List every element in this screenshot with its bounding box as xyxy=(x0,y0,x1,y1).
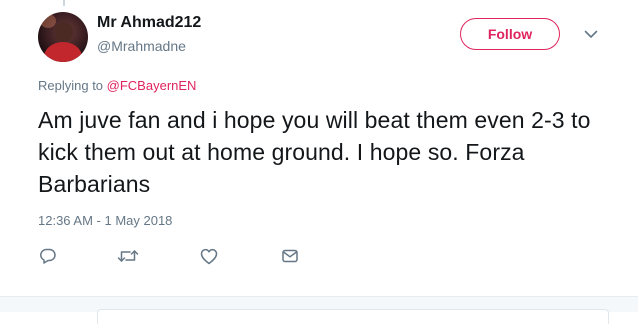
avatar-face xyxy=(55,22,73,42)
direct-message-button[interactable] xyxy=(277,243,303,269)
replying-to-link[interactable]: @FCBayernEN xyxy=(107,78,197,93)
replying-to-line: Replying to @FCBayernEN xyxy=(38,78,196,93)
tweet-text: Am juve fan and i hope you will beat the… xyxy=(38,107,591,197)
tweet-card: Mr Ahmad212 @Mrahmadne Follow Replying t… xyxy=(0,0,638,296)
reply-area xyxy=(0,297,638,324)
thread-connector-line xyxy=(63,0,65,6)
like-button[interactable] xyxy=(196,243,222,269)
follow-button[interactable]: Follow xyxy=(460,18,560,50)
reply-composer[interactable] xyxy=(97,309,609,324)
chevron-down-icon[interactable] xyxy=(583,26,599,42)
reply-icon xyxy=(39,247,57,265)
tweet-timestamp[interactable]: 12:36 AM - 1 May 2018 xyxy=(38,213,172,228)
retweet-button[interactable] xyxy=(115,243,141,269)
avatar-shirt xyxy=(44,42,82,62)
avatar[interactable] xyxy=(38,12,88,62)
direct-message-icon xyxy=(281,248,299,264)
user-handle[interactable]: @Mrahmadne xyxy=(97,38,186,54)
like-icon xyxy=(200,248,218,265)
replying-to-label: Replying to xyxy=(38,78,107,93)
avatar-background xyxy=(40,14,56,28)
retweet-icon xyxy=(117,247,139,265)
reply-button[interactable] xyxy=(35,243,61,269)
tweet-actions xyxy=(0,243,638,269)
user-display-name[interactable]: Mr Ahmad212 xyxy=(97,14,201,32)
